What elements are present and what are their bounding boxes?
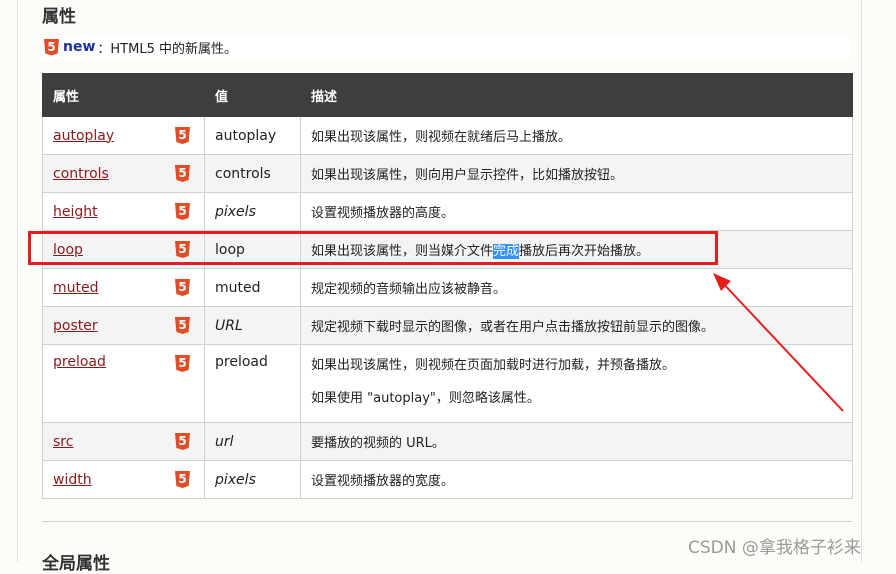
section-divider xyxy=(42,521,852,522)
csdn-watermark: CSDN @拿我格子衫来 xyxy=(688,538,861,558)
arrow-line xyxy=(718,278,844,412)
arrow-annotation xyxy=(713,273,844,412)
